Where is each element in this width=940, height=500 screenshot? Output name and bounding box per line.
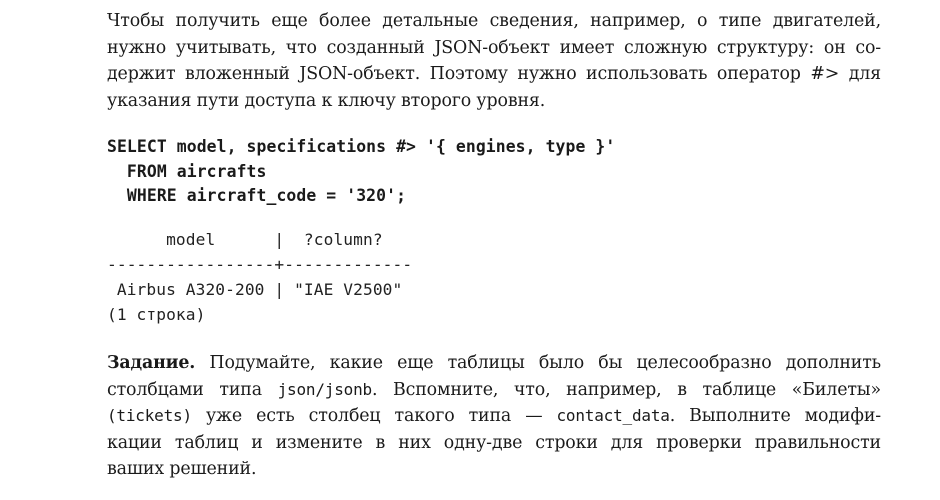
output-row: Airbus A320-200 | "IAE V2500" — [107, 280, 403, 299]
inline-code: (tickets) — [107, 406, 192, 425]
task-text: уже есть столбец такого типа — — [191, 406, 557, 426]
task-line: столбцами типа json/jsonb. Вспомните, чт… — [107, 377, 881, 404]
output-footer: (1 строка) — [107, 305, 206, 324]
code-line: WHERE aircraft_code = '320'; — [107, 186, 407, 205]
task-text: столбцами типа — [107, 379, 278, 400]
intro-paragraph: Чтобы получить еще более детальные сведе… — [107, 8, 881, 114]
task-label: Задание. — [107, 353, 196, 373]
inline-code: contact_data — [556, 406, 670, 425]
code-line: FROM aircrafts — [107, 161, 267, 181]
inline-code: json/jsonb — [277, 379, 373, 399]
output-header: model | ?column? — [107, 230, 383, 249]
task-line: кации таблиц и измените в них одну-две с… — [107, 432, 881, 453]
task-line: (tickets) уже есть столбец такого типа —… — [107, 403, 881, 430]
intro-line: указания пути доступа к ключу второго ур… — [107, 90, 546, 111]
task-line: Задание. Подумайте, какие еще таблицы бы… — [107, 350, 881, 377]
query-output: model | ?column? -----------------+-----… — [107, 227, 412, 327]
intro-line: держит вложенный JSON-объект. Поэтому ну… — [107, 64, 881, 84]
sql-code-block: SELECT model, specifications #> '{ engin… — [107, 135, 615, 209]
code-line: SELECT model, specifications #> '{ engin… — [107, 137, 616, 156]
task-paragraph: Задание. Подумайте, какие еще таблицы бы… — [107, 350, 881, 483]
output-separator: -----------------+------------- — [107, 255, 413, 274]
task-text: Подумайте, какие еще таблицы было бы цел… — [195, 353, 881, 373]
intro-line: нужно учитывать, что созданный JSON-объе… — [107, 37, 881, 58]
task-line: ваших решений. — [107, 459, 257, 479]
task-text: . Вспомните, что, например, в таблице «Б… — [371, 379, 881, 400]
task-text: . Выполните модифи- — [669, 406, 881, 426]
intro-line: Чтобы получить еще более детальные сведе… — [107, 11, 881, 31]
